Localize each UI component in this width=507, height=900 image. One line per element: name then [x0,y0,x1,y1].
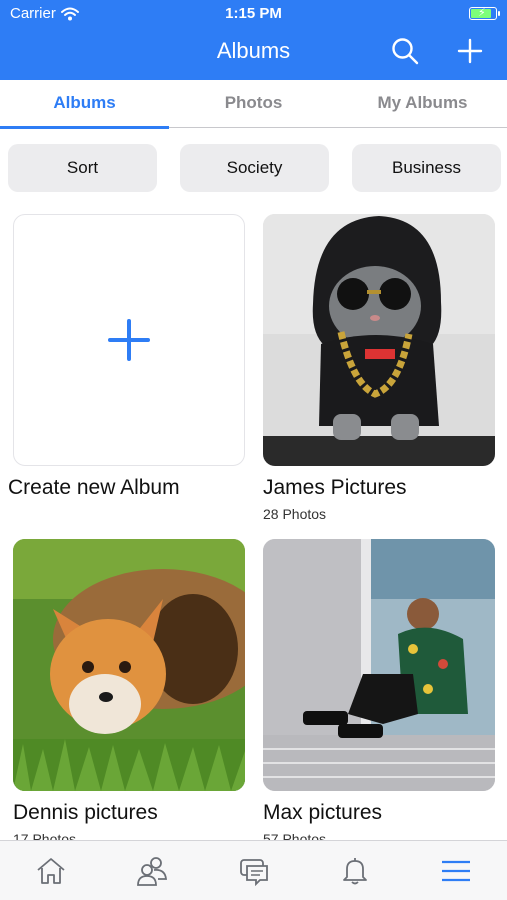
status-bar: Carrier 1:15 PM ⚡ [0,0,507,28]
battery-icon: ⚡ [469,7,500,20]
tab-home[interactable] [0,841,101,900]
navigation-bar: Carrier 1:15 PM ⚡ Albums [0,0,507,80]
album-name: James Pictures [263,476,407,499]
people-icon [137,856,168,886]
tab-messages[interactable] [203,841,304,900]
create-album-thumb[interactable] [13,214,245,466]
album-name: Create new Album [8,476,180,499]
home-icon [37,857,65,884]
album-photo-count: 57 Photos [263,831,327,840]
album-cover-fox-photo[interactable] [13,539,245,791]
tab-friends[interactable] [101,841,202,900]
bell-icon [343,857,367,884]
plus-icon [457,38,483,64]
album-card-james[interactable]: James Pictures 28 Photos [263,214,495,522]
status-time: 1:15 PM [225,5,282,22]
bottom-tab-bar [0,840,507,900]
plus-icon [108,319,150,361]
tab-photos[interactable]: Photos [169,80,338,127]
album-cover-man-photo[interactable] [263,539,495,791]
chip-sort[interactable]: Sort [8,144,157,192]
tab-menu[interactable] [406,841,507,900]
album-name: Dennis pictures [13,801,158,824]
menu-icon [442,860,471,881]
chat-icon [239,858,268,886]
search-icon [392,38,419,65]
chip-society[interactable]: Society [180,144,329,192]
chip-business[interactable]: Business [352,144,501,192]
add-album-button[interactable] [455,36,485,66]
album-name: Max pictures [263,801,383,824]
tab-my-albums[interactable]: My Albums [338,80,507,127]
page-title: Albums [216,38,291,63]
album-grid: Create new Album James Pictures 28 Photo… [0,214,507,840]
search-button[interactable] [390,36,420,66]
create-album-card[interactable]: Create new Album [8,214,245,500]
album-card-max[interactable]: Max pictures 57 Photos [263,539,495,840]
album-card-dennis[interactable]: Dennis pictures 17 Photos [13,539,245,840]
album-photo-count: 28 Photos [263,506,327,522]
album-photo-count: 17 Photos [13,831,77,840]
album-cover-cat-photo[interactable] [263,214,495,466]
filter-chips: Sort Society Business [8,144,501,192]
tab-albums[interactable]: Albums [0,80,169,129]
tab-notifications[interactable] [304,841,405,900]
segment-tabs: Albums Photos My Albums [0,80,507,129]
